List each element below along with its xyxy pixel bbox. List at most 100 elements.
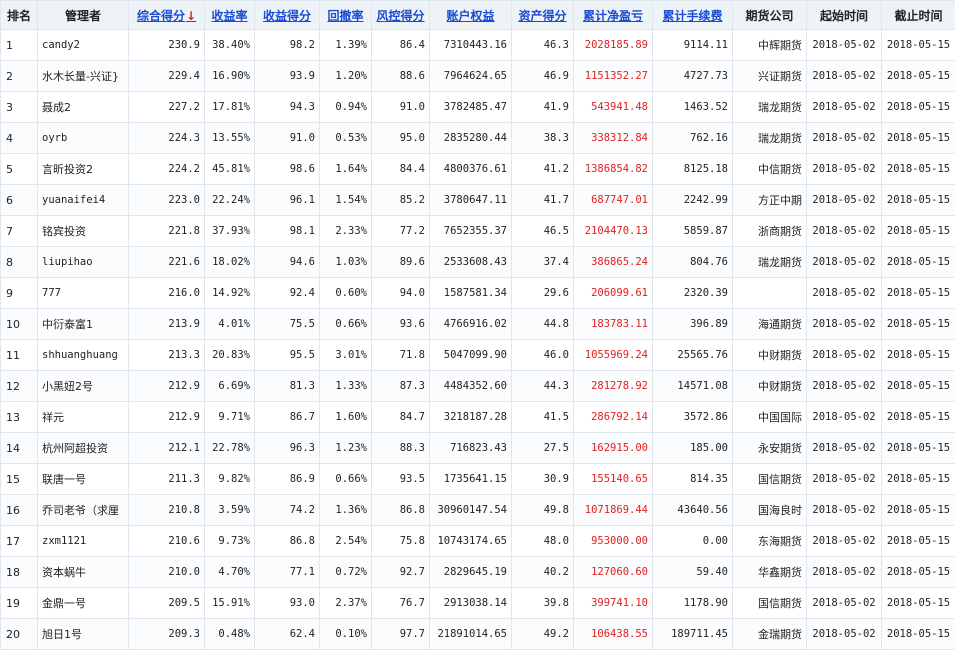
table-row: 13祥元212.99.71%86.71.60%84.73218187.2841.… [1,402,955,433]
cell-return-score: 98.1 [255,216,320,247]
cell-rank: 10 [1,309,38,340]
cell-company: 金瑞期货 [733,619,807,650]
cell-company [733,278,807,309]
cell-end-time: 2018-05-15 [882,309,955,340]
header-composite-score[interactable]: 综合得分↓ [129,1,205,30]
cell-return-rate: 3.59% [205,495,255,526]
cell-manager[interactable]: 金鼎一号 [38,588,129,619]
cell-asset-score: 49.8 [512,495,574,526]
cell-manager[interactable]: yuanaifei4 [38,185,129,216]
header-return-rate[interactable]: 收益率 [205,1,255,30]
cell-manager[interactable]: 水木长量-兴证} [38,61,129,92]
header-risk-score[interactable]: 风控得分 [372,1,430,30]
cell-end-time: 2018-05-15 [882,588,955,619]
cell-net-pnl: 155140.65 [574,464,653,495]
cell-asset-score: 37.4 [512,247,574,278]
cell-return-score: 77.1 [255,557,320,588]
cell-drawdown: 1.33% [320,371,372,402]
cell-asset-score: 27.5 [512,433,574,464]
cell-manager[interactable]: 杭州阿超投资 [38,433,129,464]
cell-manager[interactable]: liupihao [38,247,129,278]
cell-start-time: 2018-05-02 [807,340,882,371]
cell-rank: 8 [1,247,38,278]
cell-asset-score: 30.9 [512,464,574,495]
header-fees[interactable]: 累计手续费 [653,1,733,30]
cell-manager[interactable]: 小黑妞2号 [38,371,129,402]
cell-start-time: 2018-05-02 [807,185,882,216]
cell-drawdown: 1.60% [320,402,372,433]
cell-manager[interactable]: 祥元 [38,402,129,433]
cell-rank: 12 [1,371,38,402]
table-row: 14杭州阿超投资212.122.78%96.31.23%88.3716823.4… [1,433,955,464]
cell-risk-score: 97.7 [372,619,430,650]
cell-composite-score: 213.3 [129,340,205,371]
cell-company: 方正中期 [733,185,807,216]
header-equity[interactable]: 账户权益 [430,1,512,30]
cell-manager[interactable]: 聂成2 [38,92,129,123]
cell-equity: 2533608.43 [430,247,512,278]
cell-manager[interactable]: candy2 [38,30,129,61]
cell-start-time: 2018-05-02 [807,278,882,309]
cell-composite-score: 209.3 [129,619,205,650]
cell-return-score: 86.9 [255,464,320,495]
cell-composite-score: 229.4 [129,61,205,92]
cell-rank: 16 [1,495,38,526]
cell-return-score: 96.3 [255,433,320,464]
cell-manager[interactable]: 资本蜗牛 [38,557,129,588]
cell-rank: 14 [1,433,38,464]
cell-company: 永安期货 [733,433,807,464]
cell-rank: 18 [1,557,38,588]
header-return-score[interactable]: 收益得分 [255,1,320,30]
cell-return-rate: 22.24% [205,185,255,216]
header-drawdown[interactable]: 回撤率 [320,1,372,30]
cell-company: 中辉期货 [733,30,807,61]
cell-equity: 7310443.16 [430,30,512,61]
cell-risk-score: 88.6 [372,61,430,92]
cell-equity: 2913038.14 [430,588,512,619]
cell-manager[interactable]: 联唐一号 [38,464,129,495]
cell-company: 浙商期货 [733,216,807,247]
cell-asset-score: 41.7 [512,185,574,216]
cell-asset-score: 41.5 [512,402,574,433]
table-body: 1candy2230.938.40%98.21.39%86.47310443.1… [1,30,955,650]
cell-net-pnl: 1071869.44 [574,495,653,526]
cell-start-time: 2018-05-02 [807,557,882,588]
cell-end-time: 2018-05-15 [882,433,955,464]
cell-equity: 4800376.61 [430,154,512,185]
cell-risk-score: 89.6 [372,247,430,278]
cell-risk-score: 93.5 [372,464,430,495]
cell-composite-score: 210.8 [129,495,205,526]
cell-manager[interactable]: 言昕投资2 [38,154,129,185]
header-manager: 管理者 [38,1,129,30]
cell-net-pnl: 687747.01 [574,185,653,216]
sort-desc-arrow-icon: ↓ [186,9,196,23]
cell-company: 瑞龙期货 [733,247,807,278]
cell-composite-score: 221.8 [129,216,205,247]
cell-return-score: 96.1 [255,185,320,216]
table-row: 4oyrb224.313.55%91.00.53%95.02835280.443… [1,123,955,154]
table-row: 16乔司老爷（求厘210.83.59%74.21.36%86.830960147… [1,495,955,526]
cell-equity: 4484352.60 [430,371,512,402]
cell-composite-score: 210.6 [129,526,205,557]
cell-manager[interactable]: oyrb [38,123,129,154]
cell-end-time: 2018-05-15 [882,526,955,557]
cell-start-time: 2018-05-02 [807,154,882,185]
cell-manager[interactable]: 铭宾投资 [38,216,129,247]
cell-manager[interactable]: 乔司老爷（求厘 [38,495,129,526]
cell-asset-score: 41.2 [512,154,574,185]
cell-risk-score: 94.0 [372,278,430,309]
cell-drawdown: 1.64% [320,154,372,185]
cell-risk-score: 87.3 [372,371,430,402]
cell-manager[interactable]: 777 [38,278,129,309]
cell-manager[interactable]: 中衍泰富1 [38,309,129,340]
table-row: 15联唐一号211.39.82%86.90.66%93.51735641.153… [1,464,955,495]
cell-composite-score: 211.3 [129,464,205,495]
cell-fees: 814.35 [653,464,733,495]
cell-manager[interactable]: shhuanghuang [38,340,129,371]
cell-manager[interactable]: zxm1121 [38,526,129,557]
cell-asset-score: 38.3 [512,123,574,154]
cell-rank: 17 [1,526,38,557]
cell-manager[interactable]: 旭日1号 [38,619,129,650]
header-net-pnl[interactable]: 累计净盈亏 [574,1,653,30]
header-asset-score[interactable]: 资产得分 [512,1,574,30]
